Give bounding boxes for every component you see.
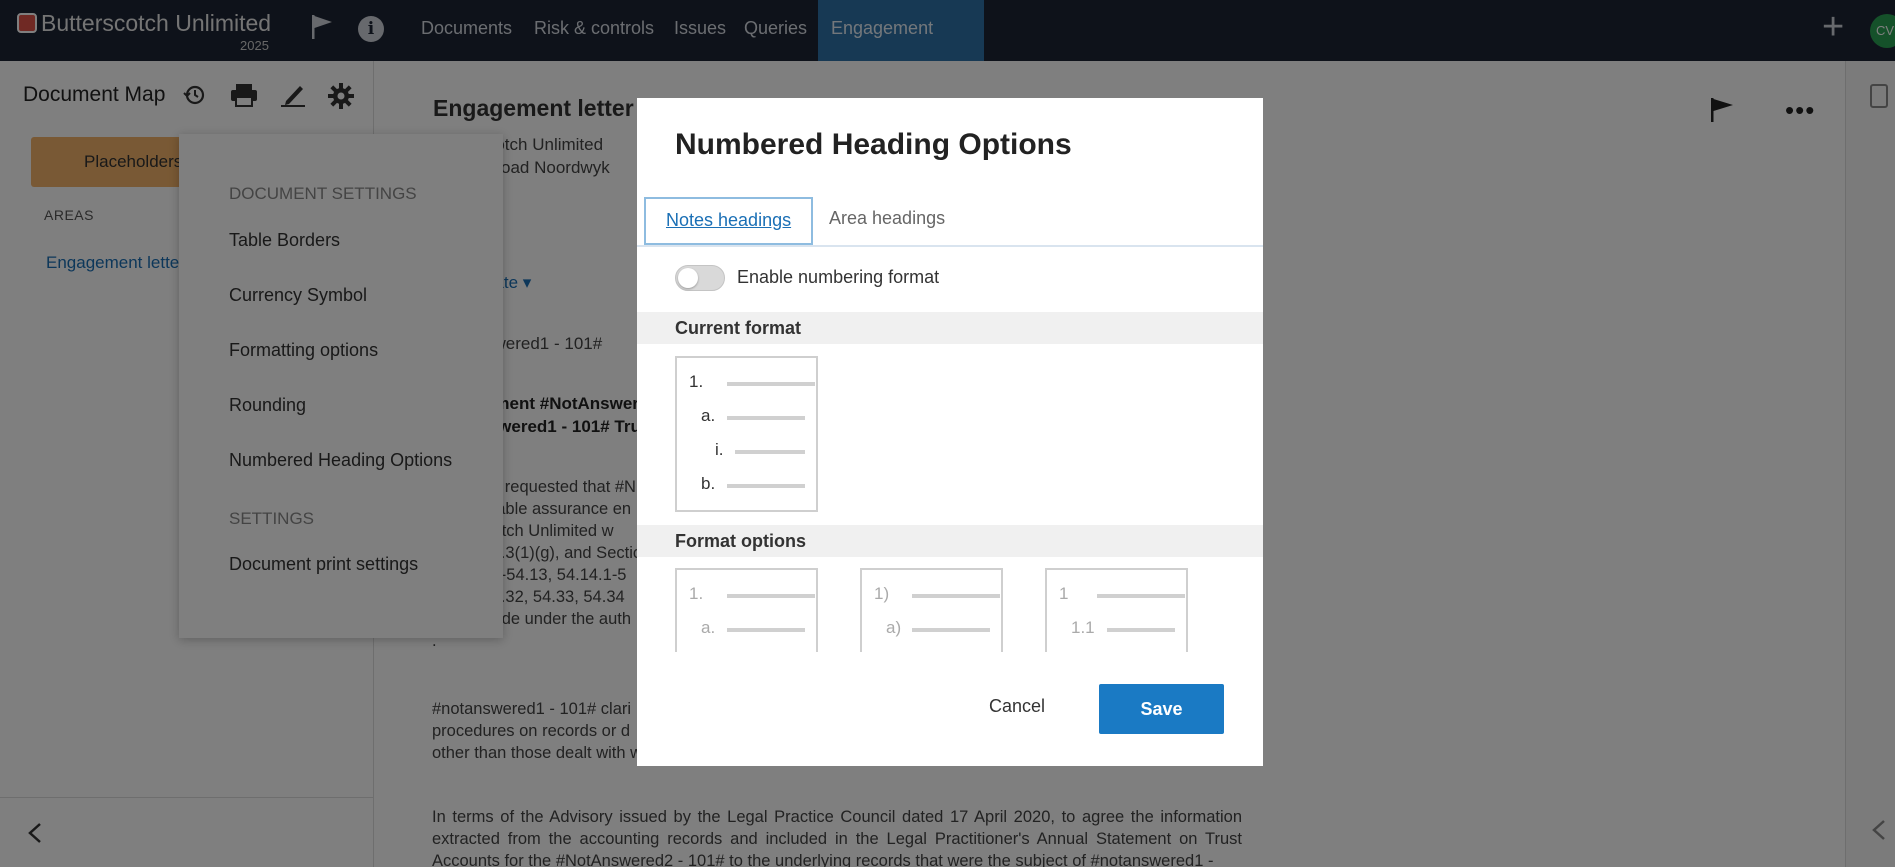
format-line bbox=[735, 450, 805, 454]
format-options-scroll[interactable]: 1. a. 1) a) 1 1.1 bbox=[637, 568, 1263, 652]
format-line bbox=[727, 594, 815, 598]
format-marker: 1 bbox=[1059, 584, 1069, 603]
format-option-numbered[interactable]: 1. a. bbox=[675, 568, 818, 652]
format-row: i. bbox=[715, 440, 814, 460]
format-line bbox=[727, 628, 805, 632]
format-marker: i. bbox=[715, 440, 724, 459]
format-row: a. bbox=[701, 406, 814, 426]
tab-bar: Notes headings Area headings bbox=[637, 197, 1263, 247]
dialog-title: Numbered Heading Options bbox=[675, 128, 1072, 161]
numbered-heading-options-dialog: Numbered Heading Options Notes headings … bbox=[637, 98, 1263, 766]
format-line bbox=[912, 628, 990, 632]
format-options-header: Format options bbox=[637, 525, 1263, 557]
format-marker: 1.1 bbox=[1071, 618, 1095, 637]
toggle-label: Enable numbering format bbox=[737, 267, 940, 287]
format-row: 1 bbox=[1059, 584, 1185, 604]
format-line bbox=[1107, 628, 1175, 632]
format-row: 1) bbox=[874, 584, 1000, 604]
cancel-button[interactable]: Cancel bbox=[989, 696, 1045, 717]
format-row: a. bbox=[701, 618, 814, 638]
format-marker: b. bbox=[701, 474, 716, 493]
format-row: 1. bbox=[689, 372, 815, 392]
save-button[interactable]: Save bbox=[1099, 684, 1224, 734]
current-format-title: Current format bbox=[675, 318, 802, 338]
format-marker: a) bbox=[886, 618, 902, 637]
format-row: b. bbox=[701, 474, 814, 494]
format-marker: 1. bbox=[689, 372, 704, 391]
format-marker: 1) bbox=[874, 584, 890, 603]
current-format-header: Current format bbox=[637, 312, 1263, 344]
format-line bbox=[912, 594, 1000, 598]
tab-area-headings[interactable]: Area headings bbox=[809, 197, 965, 245]
format-options-title: Format options bbox=[675, 531, 806, 551]
format-line bbox=[727, 382, 815, 386]
current-format-preview: 1. a. i. b. bbox=[675, 356, 818, 512]
format-option-parenthesis[interactable]: 1) a) bbox=[860, 568, 1003, 652]
format-line bbox=[727, 484, 805, 488]
format-marker: a. bbox=[701, 406, 716, 425]
format-row: a) bbox=[886, 618, 999, 638]
numbering-format-toggle[interactable] bbox=[675, 265, 725, 291]
format-line bbox=[727, 416, 805, 420]
format-marker: a. bbox=[701, 618, 716, 637]
toggle-knob bbox=[678, 268, 698, 288]
format-option-decimal[interactable]: 1 1.1 bbox=[1045, 568, 1188, 652]
format-row: 1.1 bbox=[1071, 618, 1184, 638]
format-line bbox=[1097, 594, 1185, 598]
tab-notes-headings[interactable]: Notes headings bbox=[644, 197, 814, 245]
format-marker: 1. bbox=[689, 584, 704, 603]
format-row: 1. bbox=[689, 584, 815, 604]
